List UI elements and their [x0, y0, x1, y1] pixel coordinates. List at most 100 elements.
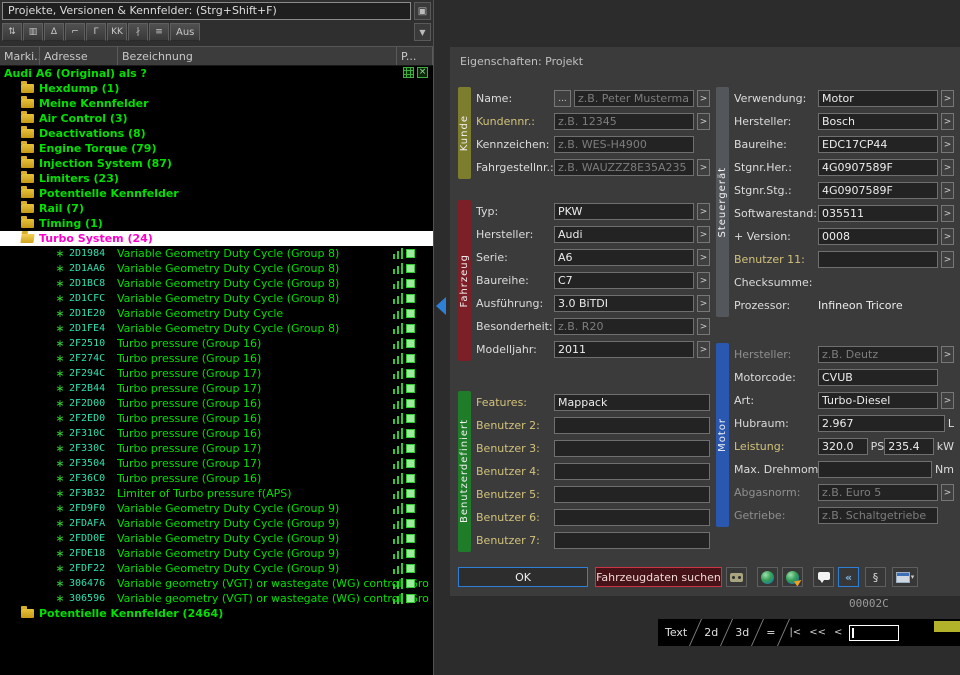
tree-folder-meine-kennfelder[interactable]: Meine Kennfelder	[0, 96, 433, 111]
serie-field[interactable]	[554, 249, 694, 266]
abgasnorm-expand-button[interactable]: >	[941, 484, 954, 501]
kundennr-field[interactable]	[554, 113, 694, 130]
column-header-p[interactable]: P...	[397, 47, 433, 65]
nav-fast-prev-button[interactable]: <<	[805, 627, 830, 638]
hersteller-expand-button[interactable]: >	[941, 113, 954, 130]
tree-map-row[interactable]: ∗2F3B32Limiter of Turbo pressure f(APS)	[0, 486, 433, 501]
column-header-adresse[interactable]: Adresse	[40, 47, 118, 65]
tree-folder-injection-system-87[interactable]: Injection System (87)	[0, 156, 433, 171]
filter-alpha-button[interactable]: Δ	[44, 23, 64, 41]
aus-toggle-button[interactable]: Aus	[170, 23, 200, 41]
hersteller-expand-button[interactable]: >	[941, 346, 954, 363]
close-version-icon[interactable]: ×	[417, 67, 428, 78]
tree-folder-deactivations-8[interactable]: Deactivations (8)	[0, 126, 433, 141]
hersteller-field[interactable]	[818, 113, 938, 130]
max-drehmom-field[interactable]	[818, 461, 932, 478]
tree-folder-potentielle-kennfelder[interactable]: Potentielle Kennfelder	[0, 186, 433, 201]
leistung-field-2[interactable]	[884, 438, 934, 455]
tree-map-row[interactable]: ∗2F274CTurbo pressure (Group 16)	[0, 351, 433, 366]
column-header-marki[interactable]: Marki...	[0, 47, 40, 65]
tree-map-row[interactable]: ∗2FDD0EVariable Geometry Duty Cycle (Gro…	[0, 531, 433, 546]
tree-folder-limiters-23[interactable]: Limiters (23)	[0, 171, 433, 186]
fahrgestellnr-field[interactable]	[554, 159, 694, 176]
benutzer-4-field[interactable]	[554, 463, 710, 480]
getriebe-field[interactable]	[818, 507, 938, 524]
name-field[interactable]	[574, 90, 694, 107]
hersteller-expand-button[interactable]: >	[697, 226, 710, 243]
tree-folder-air-control-3[interactable]: Air Control (3)	[0, 111, 433, 126]
name-expand-button[interactable]: >	[697, 90, 710, 107]
kundennr-expand-button[interactable]: >	[697, 113, 710, 130]
tree-folder-engine-torque-79[interactable]: Engine Torque (79)	[0, 141, 433, 156]
equal-widths-button[interactable]: ≡	[149, 23, 169, 41]
softwarestand-expand-button[interactable]: >	[941, 205, 954, 222]
typ-field[interactable]	[554, 203, 694, 220]
typ-expand-button[interactable]: >	[697, 203, 710, 220]
stgnr-her-expand-button[interactable]: >	[941, 159, 954, 176]
stgnr-stg-field[interactable]	[818, 182, 938, 199]
tree-map-row[interactable]: ∗2FDE18Variable Geometry Duty Cycle (Gro…	[0, 546, 433, 561]
tree-folder-timing-1[interactable]: Timing (1)	[0, 216, 433, 231]
tree-map-row[interactable]: ∗2F294CTurbo pressure (Group 17)	[0, 366, 433, 381]
tree-map-row[interactable]: ∗2D1984Variable Geometry Duty Cycle (Gro…	[0, 246, 433, 261]
ok-button[interactable]: OK	[458, 567, 588, 587]
verwendung-expand-button[interactable]: >	[941, 90, 954, 107]
tree-map-row[interactable]: ∗2D1AA6Variable Geometry Duty Cycle (Gro…	[0, 261, 433, 276]
column-header-bezeichnung[interactable]: Bezeichnung	[118, 47, 397, 65]
modelljahr-expand-button[interactable]: >	[697, 341, 710, 358]
online-database-button[interactable]	[757, 567, 778, 587]
leistung-field-1[interactable]	[818, 438, 868, 455]
kk-mode-button[interactable]: KK	[107, 23, 127, 41]
baureihe-field[interactable]	[818, 136, 938, 153]
tree-map-row[interactable]: ∗2D1FE4Variable Geometry Duty Cycle (Gro…	[0, 321, 433, 336]
hubraum-field[interactable]	[818, 415, 945, 432]
tree-map-row[interactable]: ∗306476Variable geometry (VGT) or wasteg…	[0, 576, 433, 591]
version-expand-button[interactable]: >	[941, 228, 954, 245]
tree-map-row[interactable]: ∗2FD9F0Variable Geometry Duty Cycle (Gro…	[0, 501, 433, 516]
ausfuehrung-expand-button[interactable]: >	[697, 295, 710, 312]
collapse-dialog-button[interactable]: «	[838, 567, 859, 587]
browse-button[interactable]: ...	[554, 90, 571, 107]
kennzeichen-field[interactable]	[554, 136, 694, 153]
status-tab-2d[interactable]: 2d	[697, 626, 725, 639]
benutzer-11-expand-button[interactable]: >	[941, 251, 954, 268]
besonderheit-expand-button[interactable]: >	[697, 318, 710, 335]
tree-map-row[interactable]: ∗2F36C0Turbo pressure (Group 16)	[0, 471, 433, 486]
benutzer-6-field[interactable]	[554, 509, 710, 526]
art-expand-button[interactable]: >	[941, 392, 954, 409]
comment-button[interactable]	[813, 567, 834, 587]
window-layout-button[interactable]: ▾	[892, 567, 918, 587]
tree-map-row[interactable]: ∗2D1BC8Variable Geometry Duty Cycle (Gro…	[0, 276, 433, 291]
fahrgestellnr-expand-button[interactable]: >	[697, 159, 710, 176]
tree-root-item[interactable]: Audi A6 (Original) als ?×	[0, 66, 433, 81]
status-tab-3d[interactable]: 3d	[728, 626, 756, 639]
abgasnorm-field[interactable]	[818, 484, 938, 501]
license-button[interactable]: §	[865, 567, 886, 587]
version-field[interactable]	[818, 228, 938, 245]
tree-map-row[interactable]: ∗2F330CTurbo pressure (Group 17)	[0, 441, 433, 456]
nav-prev-button[interactable]: <	[830, 627, 846, 638]
benutzer-3-field[interactable]	[554, 440, 710, 457]
collapse-panel-arrow-icon[interactable]	[436, 297, 446, 315]
tree-map-row[interactable]: ∗2D1E20Variable Geometry Duty Cycle	[0, 306, 433, 321]
modelljahr-field[interactable]	[554, 341, 694, 358]
hersteller-field[interactable]	[818, 346, 938, 363]
baureihe-expand-button[interactable]: >	[941, 136, 954, 153]
maps-grid-icon[interactable]	[403, 67, 414, 78]
tree-map-row[interactable]: ∗2D1CFCVariable Geometry Duty Cycle (Gro…	[0, 291, 433, 306]
tree-map-row[interactable]: ∗2F2B44Turbo pressure (Group 17)	[0, 381, 433, 396]
stgnr-her-field[interactable]	[818, 159, 938, 176]
axis-mode-3-button[interactable]: ∤	[128, 23, 148, 41]
hersteller-field[interactable]	[554, 226, 694, 243]
toolbar-overflow-button[interactable]: ▼	[414, 23, 431, 41]
view-columns-button[interactable]: ▥	[23, 23, 43, 41]
tree-map-row[interactable]: ∗2FDAFAVariable Geometry Duty Cycle (Gro…	[0, 516, 433, 531]
tree-map-row[interactable]: ∗2F2510Turbo pressure (Group 16)	[0, 336, 433, 351]
axis-mode-2-button[interactable]: Γ	[86, 23, 106, 41]
benutzer-11-field[interactable]	[818, 251, 938, 268]
sort-order-button[interactable]: ⇅	[2, 23, 22, 41]
tree-map-row[interactable]: ∗306596Variable geometry (VGT) or wasteg…	[0, 591, 433, 606]
stgnr-stg-expand-button[interactable]: >	[941, 182, 954, 199]
benutzer-5-field[interactable]	[554, 486, 710, 503]
tree-folder-turbo-system-24[interactable]: Turbo System (24)	[0, 231, 433, 246]
